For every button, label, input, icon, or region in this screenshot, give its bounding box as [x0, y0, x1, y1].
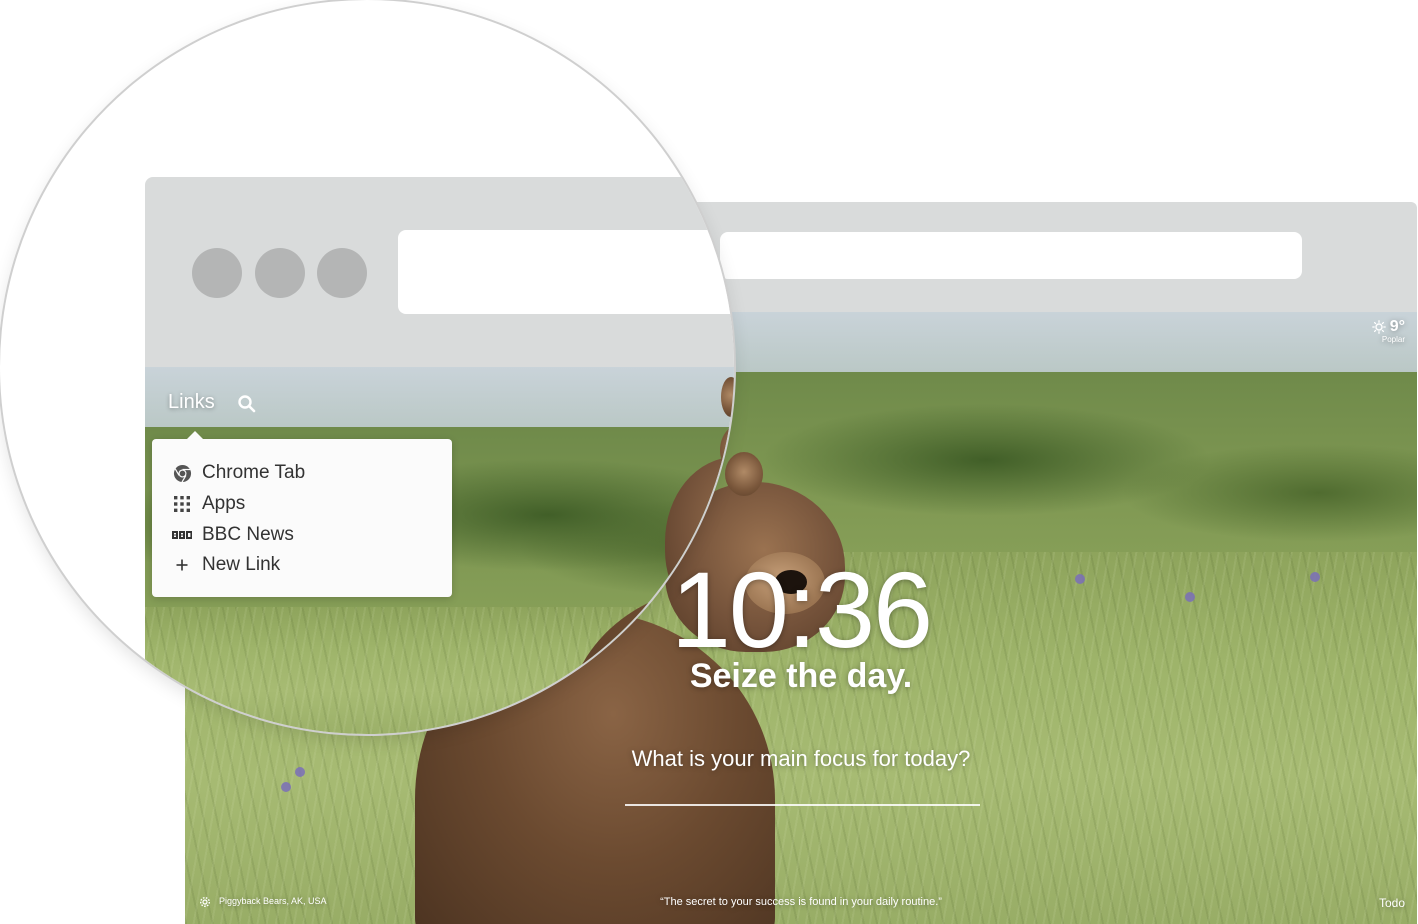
daily-quote[interactable]: “The secret to your success is found in … — [185, 896, 1417, 908]
browser-toolbar-zoomed — [145, 177, 734, 367]
search-icon[interactable] — [237, 394, 257, 414]
focus-prompt: What is your main focus for today? — [631, 746, 971, 771]
new-link-button[interactable]: New Link — [172, 552, 280, 578]
link-item-label: Apps — [202, 493, 246, 514]
apps-grid-icon — [174, 496, 190, 512]
links-button[interactable]: Links — [168, 391, 215, 414]
address-bar-zoomed[interactable] — [398, 230, 734, 314]
links-dropdown: Chrome Tab Apps BBC News New Link — [152, 431, 452, 597]
weather-widget[interactable]: 9° Poplar — [1371, 318, 1405, 344]
window-minimize-dot[interactable] — [255, 248, 305, 298]
magnifier-callout: Links Chrome Tab Apps BBC News New Link — [0, 0, 734, 734]
chrome-icon — [173, 464, 191, 482]
link-item-chrome-tab[interactable]: Chrome Tab — [172, 460, 305, 486]
address-bar[interactable] — [720, 232, 1302, 279]
link-item-label: New Link — [202, 554, 281, 575]
weather-city: Poplar — [1381, 335, 1405, 344]
sun-icon — [1371, 320, 1386, 334]
link-item-label: BBC News — [202, 524, 294, 545]
plus-icon — [176, 559, 188, 571]
link-item-label: Chrome Tab — [202, 462, 306, 483]
weather-temperature: 9° — [1389, 318, 1405, 335]
bbc-icon — [172, 531, 192, 539]
window-close-dot[interactable] — [192, 248, 242, 298]
window-maximize-dot[interactable] — [317, 248, 367, 298]
link-item-bbc-news[interactable]: BBC News — [172, 522, 294, 548]
focus-input[interactable] — [625, 804, 980, 806]
todo-button[interactable]: Todo — [1379, 896, 1405, 910]
link-item-apps[interactable]: Apps — [172, 491, 245, 517]
